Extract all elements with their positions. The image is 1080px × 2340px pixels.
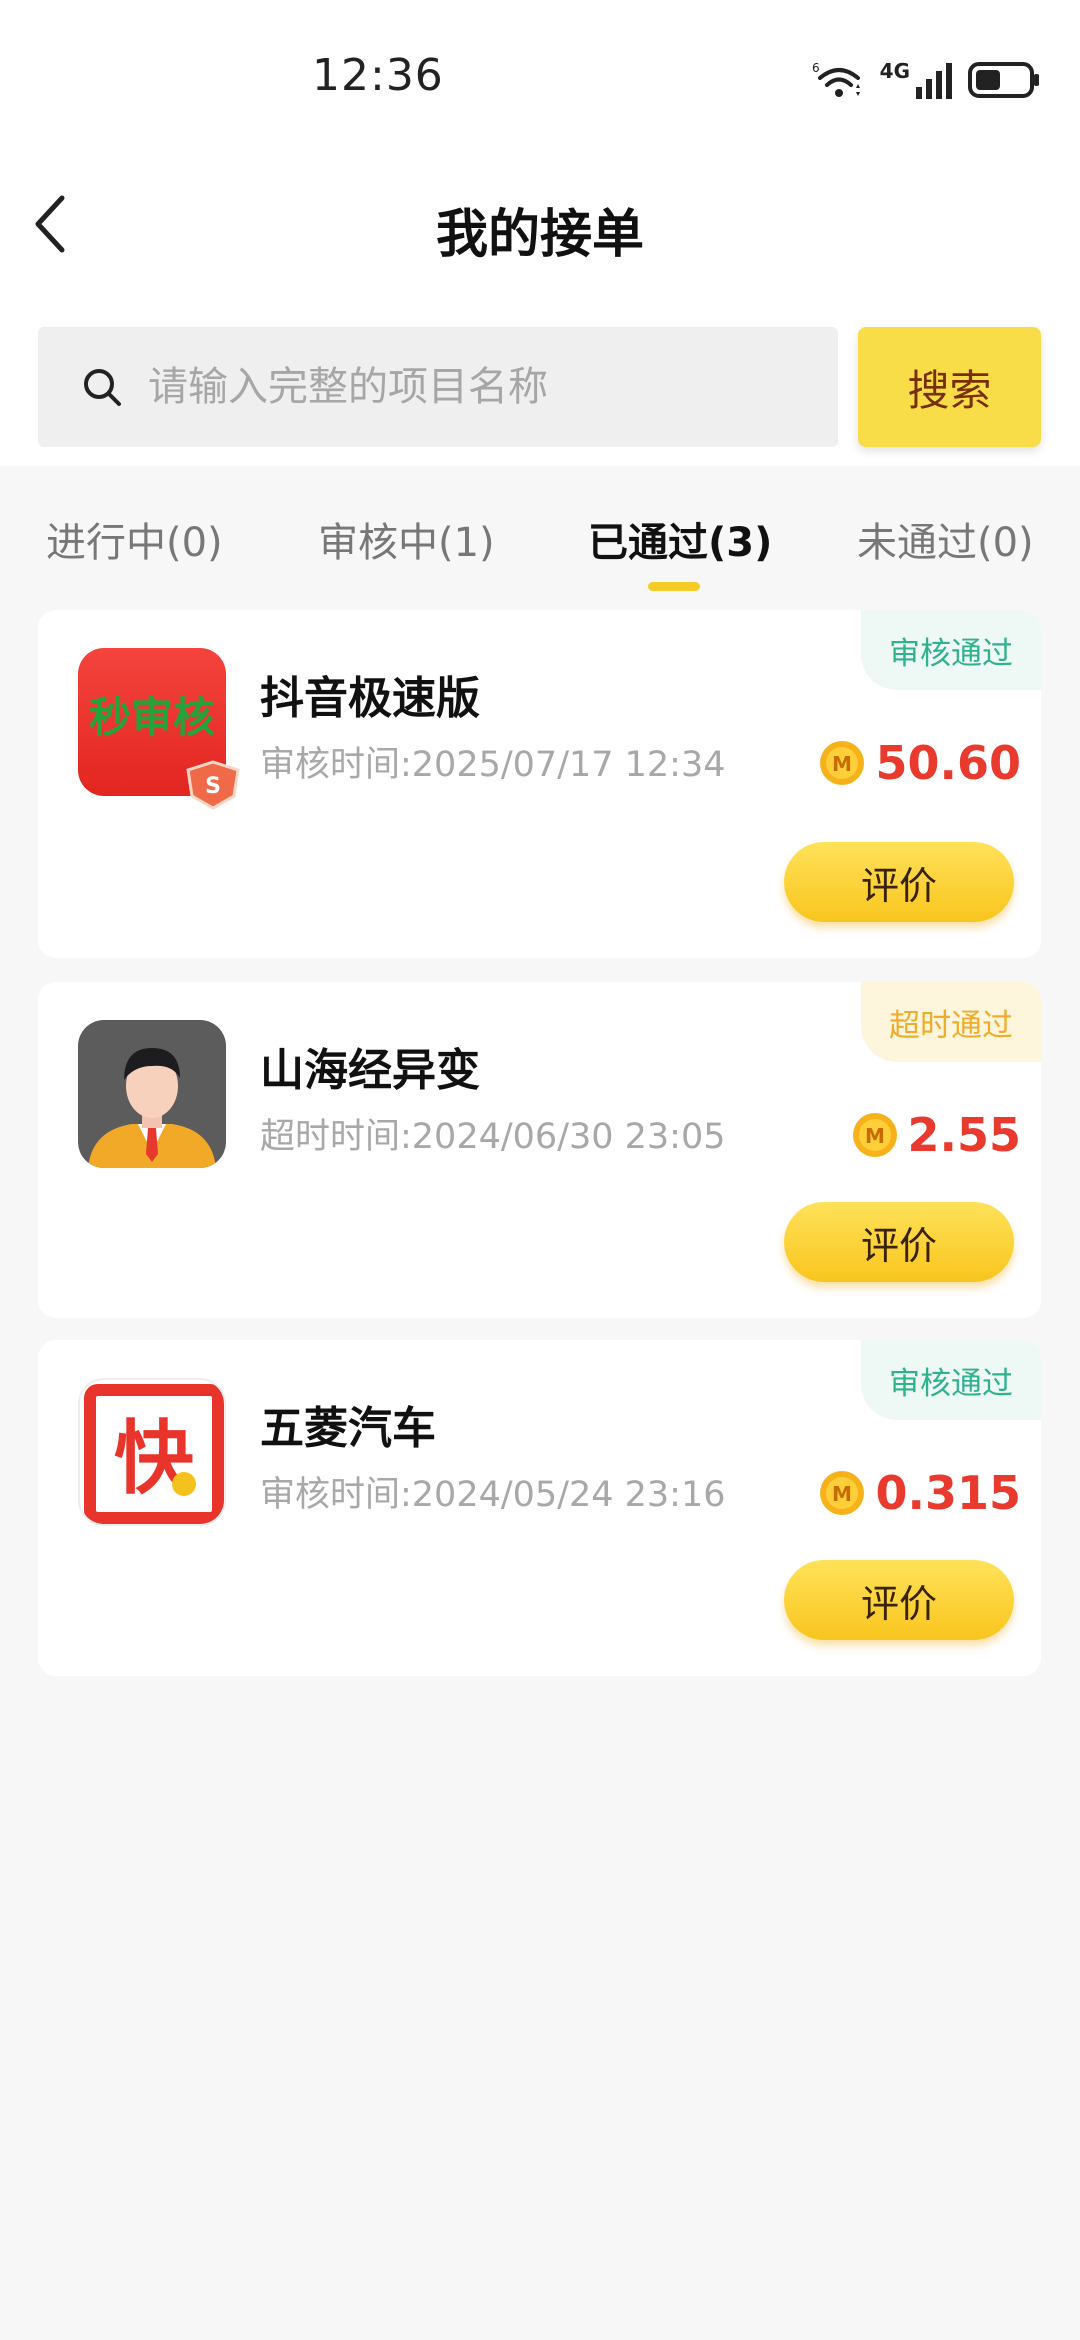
wifi-icon: 6 bbox=[812, 61, 860, 97]
svg-text:M: M bbox=[833, 1482, 853, 1506]
svg-text:S: S bbox=[205, 774, 221, 799]
svg-text:M: M bbox=[865, 1124, 885, 1148]
signal-icon bbox=[916, 63, 952, 99]
my-orders-screen: 12:36 6 4G 我的接单 搜索 bbox=[0, 0, 1080, 2340]
reward-amount: 2.55 bbox=[907, 1108, 1022, 1162]
reward: M 0.315 bbox=[819, 1466, 1021, 1520]
battery-icon bbox=[968, 62, 1039, 98]
status-tabs: 进行中(0) 审核中(1) 已通过(3) 未通过(0) bbox=[0, 466, 1080, 596]
review-button[interactable]: 评价 bbox=[784, 1560, 1014, 1640]
network-type-label: 4G bbox=[879, 59, 910, 83]
app-name: 五菱汽车 bbox=[260, 1403, 436, 1454]
reward: M 2.55 bbox=[852, 1108, 1022, 1162]
order-card[interactable]: 快 五菱汽车 审核时间:2024/05/24 23:16 审核通过 M 0.31… bbox=[38, 1340, 1041, 1676]
tab-approved[interactable]: 已通过(3) bbox=[588, 510, 772, 568]
review-button[interactable]: 评价 bbox=[784, 1202, 1014, 1282]
search-box[interactable] bbox=[38, 327, 838, 447]
status-time: 12:36 bbox=[312, 50, 444, 101]
status-icons: 6 4G bbox=[812, 58, 1040, 102]
kuai-app-icon: 快 bbox=[78, 1378, 226, 1526]
svg-text:6: 6 bbox=[812, 61, 820, 75]
search-input[interactable] bbox=[148, 364, 788, 410]
timeout-time: 超时时间:2024/06/30 23:05 bbox=[260, 1117, 726, 1157]
reward-amount: 50.60 bbox=[875, 736, 1021, 790]
review-time: 审核时间:2025/07/17 12:34 bbox=[260, 745, 726, 785]
tab-in-progress[interactable]: 进行中(0) bbox=[46, 510, 223, 568]
coin-icon: M bbox=[820, 741, 865, 785]
order-card[interactable]: 秒审核 S 抖音极速版 审核时间:2025/07/17 12:34 审核通过 M… bbox=[38, 610, 1041, 958]
review-button[interactable]: 评价 bbox=[784, 842, 1014, 922]
tab-rejected[interactable]: 未通过(0) bbox=[857, 510, 1034, 568]
reward-amount: 0.315 bbox=[875, 1466, 1021, 1520]
active-tab-indicator bbox=[648, 582, 700, 591]
status-badge: 审核通过 bbox=[861, 1340, 1041, 1420]
order-card[interactable]: 山海经异变 超时时间:2024/06/30 23:05 超时通过 M 2.55 … bbox=[38, 982, 1041, 1318]
page-title: 我的接单 bbox=[435, 205, 644, 265]
app-name: 抖音极速版 bbox=[260, 673, 480, 724]
app-icon-text: 秒审核 bbox=[89, 693, 215, 742]
reward: M 50.60 bbox=[819, 736, 1021, 790]
app-name: 山海经异变 bbox=[260, 1045, 480, 1096]
svg-text:M: M bbox=[833, 752, 853, 776]
search-icon bbox=[84, 369, 121, 406]
coin-icon: M bbox=[852, 1113, 897, 1157]
status-badge: 审核通过 bbox=[861, 610, 1041, 690]
status-badge: 超时通过 bbox=[861, 982, 1041, 1062]
tab-under-review[interactable]: 审核中(1) bbox=[318, 510, 495, 568]
user-avatar-icon bbox=[78, 1020, 226, 1168]
shield-badge-icon: S bbox=[186, 760, 240, 810]
search-button[interactable]: 搜索 bbox=[858, 327, 1041, 447]
review-time: 审核时间:2024/05/24 23:16 bbox=[260, 1475, 726, 1515]
coin-icon: M bbox=[820, 1471, 865, 1515]
